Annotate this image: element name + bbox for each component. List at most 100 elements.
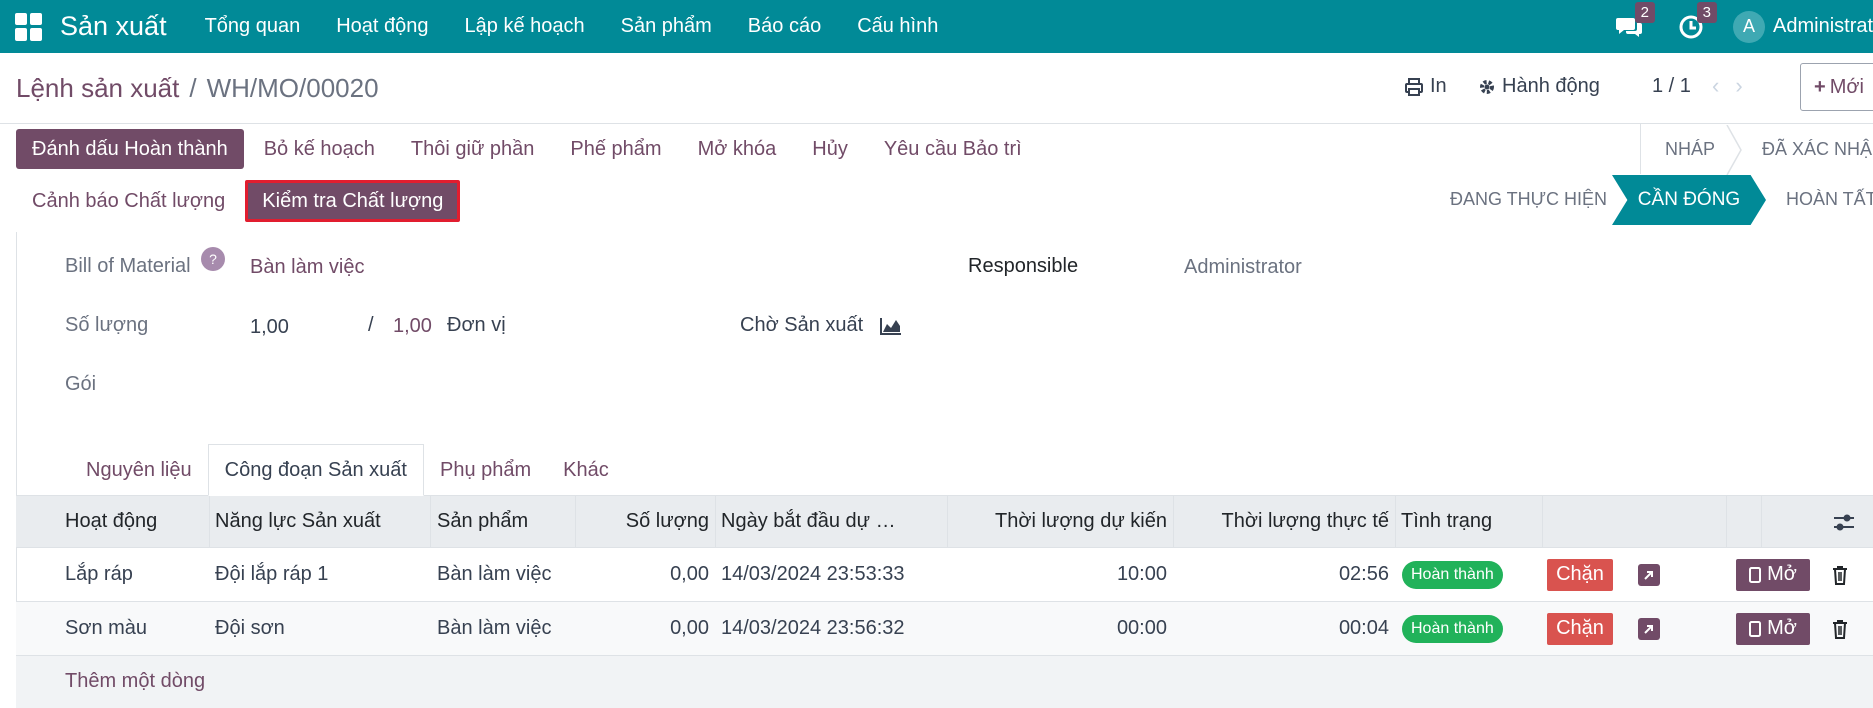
add-line-link[interactable]: Thêm một dòng [65, 670, 205, 693]
external-link-icon[interactable] [1638, 617, 1660, 640]
row-expected-duration: 10:00 [1116, 563, 1167, 585]
external-link-icon[interactable] [1638, 563, 1660, 586]
quantity-total-value[interactable]: 1,00 [393, 315, 432, 338]
header-workcenter[interactable]: Năng lực Sản xuất [215, 510, 381, 533]
package-label: Gói [65, 373, 97, 395]
chevron-left-icon[interactable]: ‹ [1712, 73, 1719, 99]
work-orders-table: Hoạt động Năng lực Sản xuất Sản phẩm Số … [16, 496, 1873, 656]
quantity-produced-input[interactable]: 1,00 [250, 316, 289, 339]
responsible-label: Responsible [968, 255, 1079, 277]
unreserve-button[interactable]: Thôi giữ phần [395, 129, 550, 169]
open-button[interactable]: Mở [1736, 558, 1810, 591]
user-name[interactable]: Administrator [1773, 15, 1873, 38]
activities-button[interactable]: 3 [1671, 0, 1717, 53]
row-start-date: 14/03/2024 23:56:32 [721, 617, 905, 639]
row-workcenter: Đội sơn [215, 617, 285, 639]
quality-check-button[interactable]: Kiểm tra Chất lượng [245, 180, 461, 222]
app-name[interactable]: Sản xuất [60, 11, 167, 42]
open-label: Mở [1767, 617, 1797, 639]
open-button[interactable]: Mở [1736, 612, 1810, 645]
row-operation: Sơn màu [65, 617, 148, 639]
messages-button[interactable]: 2 [1609, 0, 1655, 53]
menu-configuration[interactable]: Cấu hình [839, 15, 956, 38]
print-label: In [1430, 75, 1447, 97]
row-start-date: 14/03/2024 23:53:33 [721, 563, 905, 585]
breadcrumb: Lệnh sản xuất / WH/MO/00020 [16, 73, 379, 104]
action-buttons-row-1: Đánh dấu Hoàn thành Bỏ kế hoạch Thôi giữ… [16, 129, 1038, 169]
trash-icon[interactable] [1830, 564, 1850, 586]
breadcrumb-parent[interactable]: Lệnh sản xuất [16, 73, 179, 104]
pager-value[interactable]: 1 / 1 [1652, 75, 1691, 98]
menu-overview[interactable]: Tổng quan [187, 15, 319, 38]
menu-products[interactable]: Sản phẩm [603, 15, 730, 38]
table-header: Hoạt động Năng lực Sản xuất Sản phẩm Số … [16, 496, 1873, 548]
avatar[interactable]: A [1733, 10, 1765, 43]
waiting-production-label: Chờ Sản xuất [740, 314, 864, 336]
header-state[interactable]: Tình trạng [1401, 510, 1492, 533]
notebook-tabs: Nguyên liệu Công đoạn Sản xuất Phụ phẩm … [70, 444, 625, 496]
status-badge: Hoàn thành [1402, 614, 1503, 643]
tab-work-orders[interactable]: Công đoạn Sản xuất [207, 444, 424, 496]
gear-icon [1480, 79, 1494, 94]
bom-value[interactable]: Bàn làm việc [250, 256, 365, 279]
tab-byproducts[interactable]: Phụ phẩm [424, 444, 547, 496]
trash-icon[interactable] [1830, 618, 1850, 640]
header-start-date[interactable]: Ngày bắt đầu dự … [721, 510, 896, 533]
row-real-duration: 02:56 [1338, 563, 1389, 585]
menu-reporting[interactable]: Báo cáo [730, 15, 839, 38]
new-label: Mới [1829, 75, 1864, 98]
scrap-button[interactable]: Phế phẩm [554, 129, 677, 169]
messages-count-badge: 2 [1634, 2, 1655, 23]
status-separator-icon [1726, 125, 1742, 175]
apps-menu-icon[interactable] [15, 12, 43, 41]
row-quantity: 0,00 [670, 617, 709, 639]
block-button[interactable]: Chặn [1547, 612, 1613, 645]
unlock-button[interactable]: Mở khóa [682, 129, 793, 169]
unplan-button[interactable]: Bỏ kế hoạch [248, 129, 391, 169]
printer-icon [1405, 77, 1423, 96]
action-label: Hành động [1502, 75, 1600, 97]
action-menu-button[interactable]: Hành động [1478, 75, 1600, 98]
mark-done-button[interactable]: Đánh dấu Hoàn thành [16, 129, 244, 169]
header-real-duration[interactable]: Thời lượng thực tế [1179, 510, 1389, 533]
row-product: Bàn làm việc [437, 563, 552, 585]
tablet-icon [1749, 620, 1762, 637]
menu-operations[interactable]: Hoạt động [318, 15, 446, 38]
status-done[interactable]: HOÀN TẤT [1786, 175, 1873, 223]
cancel-button[interactable]: Hủy [796, 129, 864, 169]
print-button[interactable]: In [1404, 75, 1447, 98]
table-row[interactable]: Lắp ráp Đội lắp ráp 1 Bàn làm việc 0,00 … [16, 548, 1873, 602]
help-icon[interactable]: ? [201, 247, 225, 271]
tablet-icon [1749, 566, 1762, 583]
row-real-duration: 00:04 [1338, 617, 1389, 639]
chevron-right-icon[interactable]: › [1735, 73, 1742, 99]
menu-planning[interactable]: Lập kế hoạch [447, 15, 603, 38]
row-product: Bàn làm việc [437, 617, 552, 639]
header-quantity[interactable]: Số lượng [581, 510, 709, 533]
status-to-close[interactable]: CẦN ĐÓNG [1612, 175, 1766, 225]
row-workcenter: Đội lắp ráp 1 [215, 563, 329, 585]
status-draft[interactable]: NHÁP [1665, 125, 1715, 173]
status-confirmed[interactable]: ĐÃ XÁC NHẬN [1762, 125, 1873, 173]
quantity-uom: Đơn vị [447, 314, 506, 336]
row-operation: Lắp ráp [65, 563, 133, 585]
column-settings-icon[interactable] [1832, 512, 1856, 534]
header-product[interactable]: Sản phẩm [437, 510, 528, 533]
status-in-progress[interactable]: ĐANG THỰC HIỆN [1450, 175, 1607, 223]
quality-alert-button[interactable]: Cảnh báo Chất lượng [16, 181, 241, 221]
new-button[interactable]: + Mới [1800, 63, 1873, 111]
breadcrumb-separator: / [189, 73, 197, 103]
activities-count-badge: 3 [1696, 2, 1717, 23]
block-button[interactable]: Chặn [1547, 558, 1613, 591]
top-navbar: Sản xuất Tổng quan Hoạt động Lập kế hoạc… [0, 0, 1873, 53]
quantity-label: Số lượng [65, 314, 149, 336]
area-chart-icon[interactable] [879, 316, 903, 336]
tab-misc[interactable]: Khác [547, 444, 625, 496]
table-row[interactable]: Sơn màu Đội sơn Bàn làm việc 0,00 14/03/… [16, 602, 1873, 656]
status-badge: Hoàn thành [1402, 560, 1503, 589]
tab-components[interactable]: Nguyên liệu [70, 444, 208, 496]
header-operation[interactable]: Hoạt động [65, 510, 157, 533]
header-expected-duration[interactable]: Thời lượng dự kiến [953, 510, 1167, 533]
maintenance-request-button[interactable]: Yêu cầu Bảo trì [868, 129, 1038, 169]
responsible-value[interactable]: Administrator [1184, 256, 1302, 279]
